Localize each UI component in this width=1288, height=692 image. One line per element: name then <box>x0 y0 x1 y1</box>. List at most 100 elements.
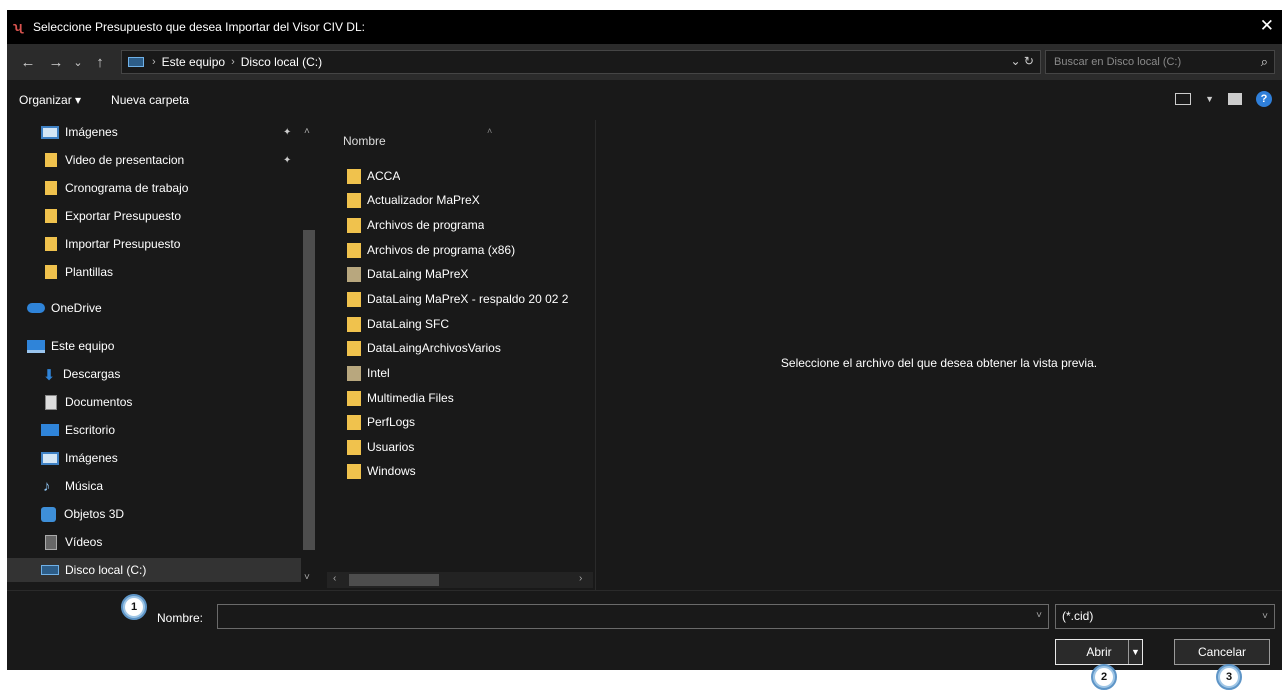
list-item[interactable]: Actualizador MaPreX <box>347 188 587 212</box>
desktop-icon <box>41 424 59 436</box>
sidebar-item-video-presentacion[interactable]: Video de presentacion ✦ <box>7 148 297 172</box>
scroll-up-icon[interactable]: ˄ <box>304 126 310 137</box>
scroll-right-icon[interactable]: › <box>579 573 582 584</box>
list-item[interactable]: Intel <box>347 361 587 385</box>
list-item[interactable]: DataLaing MaPreX - respaldo 20 02 2 <box>347 287 587 311</box>
list-item[interactable]: ACCA <box>347 164 587 188</box>
folder-icon <box>45 265 57 279</box>
file-open-dialog: ʯ Seleccione Presupuesto que desea Impor… <box>7 10 1282 670</box>
music-icon: ♪ <box>43 477 51 495</box>
folder-icon <box>347 242 361 258</box>
sidebar-item-documentos[interactable]: Documentos <box>7 390 297 414</box>
search-input[interactable]: Buscar en Disco local (C:) ⌕ <box>1045 50 1275 74</box>
file-name: Archivos de programa <box>367 218 485 232</box>
sidebar-item-exportar[interactable]: Exportar Presupuesto <box>7 204 297 228</box>
scroll-down-icon[interactable]: ˅ <box>304 572 310 583</box>
organize-button[interactable]: Organizar ▾ <box>19 93 81 107</box>
annotation-badge-1: 1 <box>121 594 147 620</box>
file-list: ˄ Nombre ACCA Actualizador MaPreX Archiv… <box>327 120 593 590</box>
sidebar-item-label: OneDrive <box>51 301 102 315</box>
open-options-dropdown[interactable]: ▼ <box>1128 640 1142 664</box>
sidebar-item-label: Video de presentacion <box>65 153 185 167</box>
command-toolbar: Organizar ▾ Nueva carpeta ▼ ? <box>7 80 1282 120</box>
forward-button[interactable]: → <box>45 54 67 71</box>
title-bar: ʯ Seleccione Presupuesto que desea Impor… <box>7 10 1282 44</box>
file-name-label: Nombre: <box>157 611 204 625</box>
folder-icon <box>45 153 57 167</box>
list-item[interactable]: DataLaing SFC <box>347 312 587 336</box>
cancel-button[interactable]: Cancelar <box>1174 639 1270 665</box>
file-list-horizontal-scrollbar[interactable]: ‹ › <box>327 572 593 588</box>
sidebar-item-descargas[interactable]: ⬇ Descargas <box>7 362 297 386</box>
list-item[interactable]: DataLaingArchivosVarios <box>347 336 587 360</box>
folder-icon <box>347 266 361 282</box>
file-type-value: (*.cid) <box>1062 609 1094 623</box>
help-icon[interactable]: ? <box>1256 91 1272 107</box>
chevron-right-icon: › <box>231 56 235 68</box>
list-item[interactable]: DataLaing MaPreX <box>347 262 587 286</box>
close-button[interactable]: ✕ <box>1260 16 1274 36</box>
back-button[interactable]: ← <box>17 54 39 71</box>
folder-icon <box>347 192 361 208</box>
sidebar-item-cronograma[interactable]: Cronograma de trabajo <box>7 176 297 200</box>
file-name: Usuarios <box>367 440 415 454</box>
scroll-left-icon[interactable]: ‹ <box>333 573 336 584</box>
breadcrumb-este-equipo[interactable]: Este equipo <box>162 55 225 69</box>
sidebar-item-escritorio[interactable]: Escritorio <box>7 418 297 442</box>
sidebar-item-label: Exportar Presupuesto <box>65 209 182 223</box>
scrollbar-thumb[interactable] <box>303 230 315 550</box>
navigation-pane: Imágenes ✦ Video de presentacion ✦ Crono… <box>7 120 320 590</box>
navigation-scrollbar[interactable]: ˄ ˅ <box>301 120 317 590</box>
preview-pane-icon[interactable] <box>1228 93 1242 105</box>
sidebar-item-label: Cronograma de trabajo <box>65 181 189 195</box>
recent-locations-button[interactable]: ⌄ <box>67 56 89 69</box>
sort-ascending-icon: ˄ <box>487 126 493 136</box>
sidebar-item-musica[interactable]: ♪ Música <box>7 474 297 498</box>
file-name: DataLaingArchivosVarios <box>367 341 501 355</box>
sidebar-item-imagenes-quick[interactable]: Imágenes ✦ <box>7 120 297 144</box>
address-bar[interactable]: › Este equipo › Disco local (C:) ⌄ ↻ <box>121 50 1041 74</box>
sidebar-item-videos[interactable]: Vídeos <box>7 530 297 554</box>
column-header-nombre[interactable]: Nombre <box>343 134 386 148</box>
sidebar-item-plantillas[interactable]: Plantillas <box>7 260 297 284</box>
pictures-icon <box>41 125 59 139</box>
open-button[interactable]: Abrir ▼ <box>1055 639 1143 665</box>
refresh-button[interactable]: ⌄ ↻ <box>1011 54 1034 68</box>
list-item[interactable]: Archivos de programa <box>347 213 587 237</box>
new-folder-button[interactable]: Nueva carpeta <box>111 93 189 107</box>
folder-icon <box>347 414 361 430</box>
file-name: PerfLogs <box>367 415 416 429</box>
breadcrumb-disco-local[interactable]: Disco local (C:) <box>241 55 322 69</box>
list-item[interactable]: Windows <box>347 459 587 483</box>
computer-icon <box>27 339 45 353</box>
chevron-down-icon[interactable]: ˅ <box>1036 610 1042 621</box>
folder-icon <box>45 181 57 195</box>
sidebar-item-disco-local[interactable]: Disco local (C:) <box>7 558 317 582</box>
folder-icon <box>347 439 361 455</box>
toolbar-right: ▼ ? <box>1175 91 1272 107</box>
file-name-input[interactable]: ˅ <box>217 604 1049 629</box>
sidebar-item-label: Vídeos <box>65 535 103 549</box>
chevron-down-icon[interactable]: ▼ <box>1205 94 1214 104</box>
folder-icon <box>347 291 361 307</box>
sidebar-item-onedrive[interactable]: OneDrive <box>7 296 297 320</box>
list-item[interactable]: Archivos de programa (x86) <box>347 238 587 262</box>
file-type-select[interactable]: (*.cid) ˅ <box>1055 604 1275 629</box>
sidebar-item-importar[interactable]: Importar Presupuesto <box>7 232 297 256</box>
folder-icon <box>347 390 361 406</box>
dialog-footer: Nombre: ˅ (*.cid) ˅ Abrir ▼ Cancelar <box>7 590 1282 670</box>
list-item[interactable]: Multimedia Files <box>347 386 587 410</box>
scrollbar-thumb[interactable] <box>349 574 439 586</box>
view-options-icon[interactable] <box>1175 93 1192 105</box>
sidebar-item-imagenes[interactable]: Imágenes <box>7 446 297 470</box>
list-item[interactable]: Usuarios <box>347 435 587 459</box>
drive-icon <box>41 565 59 575</box>
sidebar-item-este-equipo[interactable]: Este equipo <box>7 334 297 358</box>
list-item[interactable]: PerfLogs <box>347 410 587 434</box>
pin-icon: ✦ <box>283 126 292 138</box>
up-button[interactable]: ↑ <box>89 54 111 71</box>
chevron-right-icon: › <box>152 56 156 68</box>
sidebar-item-objetos-3d[interactable]: Objetos 3D <box>7 502 297 526</box>
app-icon: ʯ <box>13 19 23 34</box>
navigation-bar: ← → ⌄ ↑ › Este equipo › Disco local (C:)… <box>7 44 1282 80</box>
